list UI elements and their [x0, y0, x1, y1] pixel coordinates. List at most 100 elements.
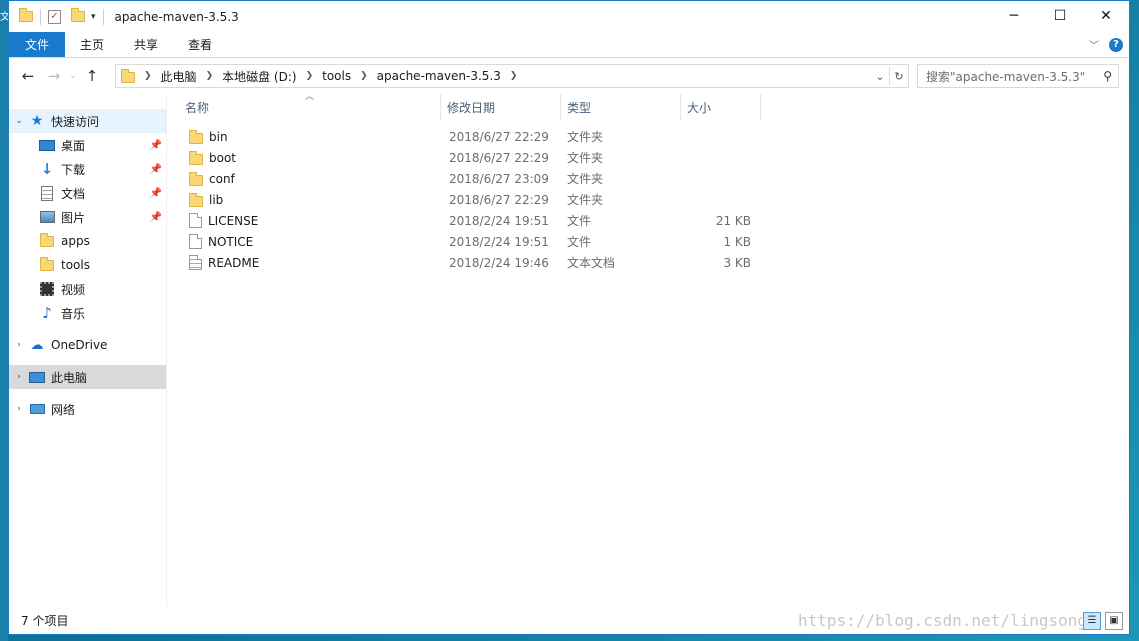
recent-locations-icon[interactable]: ⌄ — [67, 71, 79, 81]
details-view-icon[interactable]: ☰ — [1083, 612, 1101, 630]
nav-item-5[interactable]: tools — [9, 253, 166, 277]
column-label: 名称 — [185, 100, 210, 115]
refresh-icon[interactable]: ↻ — [890, 70, 908, 83]
breadcrumb-current[interactable]: apache-maven-3.5.3 — [377, 69, 501, 83]
nav-item-6[interactable]: 视频 — [9, 277, 166, 301]
file-row[interactable]: LICENSE 2018/2/24 19:51 文件 21 KB — [179, 210, 1129, 231]
column-header-date[interactable]: 修改日期 — [441, 94, 561, 120]
divider — [40, 8, 41, 25]
column-header-type[interactable]: 类型 — [561, 94, 681, 120]
back-button[interactable]: ← — [15, 67, 41, 85]
minimize-button[interactable]: ─ — [991, 1, 1037, 31]
customize-dropdown-icon[interactable]: ▾ — [91, 12, 96, 22]
tab-file[interactable]: 文件 — [9, 32, 65, 57]
column-label: 修改日期 — [447, 100, 496, 115]
nav-this-pc[interactable]: › 此电脑 — [9, 365, 166, 389]
title-bar: ✓ ▾ apache-maven-3.5.3 ─ ☐ ✕ — [9, 1, 1129, 32]
document-icon — [39, 185, 55, 201]
file-name-cell: lib — [179, 192, 441, 207]
nav-item-2[interactable]: 文档 📌 — [9, 181, 166, 205]
address-bar[interactable]: ❯ 此电脑 ❯ 本地磁盘 (D:) ❯ tools ❯ apache-maven… — [115, 64, 909, 88]
cloud-icon: ☁ — [30, 337, 44, 353]
pin-icon[interactable]: 📌 — [150, 140, 162, 151]
file-row[interactable]: README 2018/2/24 19:46 文本文档 3 KB — [179, 252, 1129, 273]
nav-label: 音乐 — [61, 306, 86, 321]
search-icon[interactable]: ⚲ — [1103, 69, 1112, 83]
file-name: lib — [209, 192, 224, 207]
video-icon — [39, 281, 55, 297]
file-row[interactable]: bin 2018/6/27 22:29 文件夹 — [179, 126, 1129, 147]
pin-icon[interactable]: 📌 — [150, 212, 162, 223]
file-row[interactable]: NOTICE 2018/2/24 19:51 文件 1 KB — [179, 231, 1129, 252]
properties-icon[interactable]: ✓ — [48, 9, 61, 24]
nav-onedrive[interactable]: › ☁ OneDrive — [9, 333, 166, 357]
file-date: 2018/6/27 22:29 — [449, 192, 549, 207]
breadcrumb-drive-d[interactable]: 本地磁盘 (D:) — [222, 68, 296, 85]
file-row[interactable]: conf 2018/6/27 23:09 文件夹 — [179, 168, 1129, 189]
collapsed-chevron-icon[interactable]: › — [9, 404, 29, 414]
file-type: 文件 — [567, 235, 592, 249]
file-name-cell: LICENSE — [179, 213, 441, 228]
folder-icon — [189, 171, 203, 186]
file-list: ︿ 名称 修改日期 类型 大小 bin 2018/6/27 22:29 文件夹 boo… — [179, 92, 1129, 607]
nav-label: 视频 — [61, 282, 86, 297]
pin-icon[interactable]: 📌 — [150, 164, 162, 175]
item-count: 7 个项目 — [21, 613, 69, 628]
search-input[interactable]: 搜索"apache-maven-3.5.3" ⚲ — [917, 64, 1119, 88]
file-name: NOTICE — [208, 234, 254, 249]
view-toggle: ☰ ▣ — [1083, 612, 1123, 630]
expand-ribbon-icon[interactable]: ﹀ — [1089, 37, 1099, 52]
up-button[interactable]: ↑ — [79, 67, 105, 85]
nav-item-3[interactable]: 图片 📌 — [9, 205, 166, 229]
navigation-pane: ⌄ ★ 快速访问 桌面 📌 ↓ 下载 📌 文档 📌 图片 📌 apps tools 视频 ♪ 音乐 › ☁… — [9, 94, 167, 607]
breadcrumb-tools[interactable]: tools — [322, 69, 351, 83]
nav-label: 网络 — [51, 402, 76, 417]
tab-share[interactable]: 共享 — [119, 32, 173, 57]
window-controls: ─ ☐ ✕ — [991, 1, 1129, 31]
tab-home[interactable]: 主页 — [65, 32, 119, 57]
breadcrumb-separator-icon[interactable]: ❯ — [510, 71, 518, 81]
breadcrumb-separator-icon[interactable]: ❯ — [206, 71, 214, 81]
file-name-cell: bin — [179, 129, 441, 144]
file-name: bin — [209, 129, 228, 144]
file-type: 文件夹 — [567, 193, 604, 207]
file-row[interactable]: boot 2018/6/27 22:29 文件夹 — [179, 147, 1129, 168]
breadcrumb-separator-icon[interactable]: ❯ — [360, 71, 368, 81]
close-button[interactable]: ✕ — [1083, 1, 1129, 31]
large-icons-view-icon[interactable]: ▣ — [1105, 612, 1123, 630]
new-folder-icon[interactable] — [71, 8, 85, 22]
breadcrumb-separator-icon[interactable]: ❯ — [306, 71, 314, 81]
ribbon-tabs: 文件 主页 共享 查看 ﹀ ? — [9, 32, 1129, 58]
nav-label: 桌面 — [61, 138, 86, 153]
file-type: 文件夹 — [567, 130, 604, 144]
collapsed-chevron-icon[interactable]: › — [9, 372, 29, 382]
nav-item-0[interactable]: 桌面 📌 — [9, 133, 166, 157]
network-icon — [29, 401, 45, 417]
column-header-size[interactable]: 大小 — [681, 94, 761, 120]
nav-quick-access[interactable]: ⌄ ★ 快速访问 — [9, 109, 166, 133]
nav-item-4[interactable]: apps — [9, 229, 166, 253]
tab-view[interactable]: 查看 — [173, 32, 227, 57]
collapsed-chevron-icon[interactable]: › — [9, 340, 29, 350]
file-name-cell: conf — [179, 171, 441, 186]
column-label: 大小 — [687, 100, 712, 115]
forward-button[interactable]: → — [41, 67, 67, 85]
help-icon[interactable]: ? — [1109, 37, 1123, 52]
folder-icon — [189, 129, 203, 144]
nav-network[interactable]: › 网络 — [9, 397, 166, 421]
file-row[interactable]: lib 2018/6/27 22:29 文件夹 — [179, 189, 1129, 210]
folder-icon — [39, 256, 55, 273]
folder-icon — [189, 150, 203, 165]
file-date: 2018/2/24 19:51 — [449, 234, 549, 249]
file-date: 2018/2/24 19:46 — [449, 255, 549, 270]
expanded-chevron-icon[interactable]: ⌄ — [9, 116, 29, 126]
nav-item-7[interactable]: ♪ 音乐 — [9, 301, 166, 325]
quick-access-list: 桌面 📌 ↓ 下载 📌 文档 📌 图片 📌 apps tools 视频 ♪ 音乐 — [9, 133, 166, 325]
address-history-dropdown-icon[interactable]: ⌄ — [871, 70, 889, 83]
file-name: boot — [209, 150, 237, 165]
maximize-button[interactable]: ☐ — [1037, 1, 1083, 31]
nav-item-1[interactable]: ↓ 下载 📌 — [9, 157, 166, 181]
file-type: 文件夹 — [567, 172, 604, 186]
pin-icon[interactable]: 📌 — [150, 188, 162, 199]
breadcrumb-this-pc[interactable]: 此电脑 — [161, 68, 197, 85]
